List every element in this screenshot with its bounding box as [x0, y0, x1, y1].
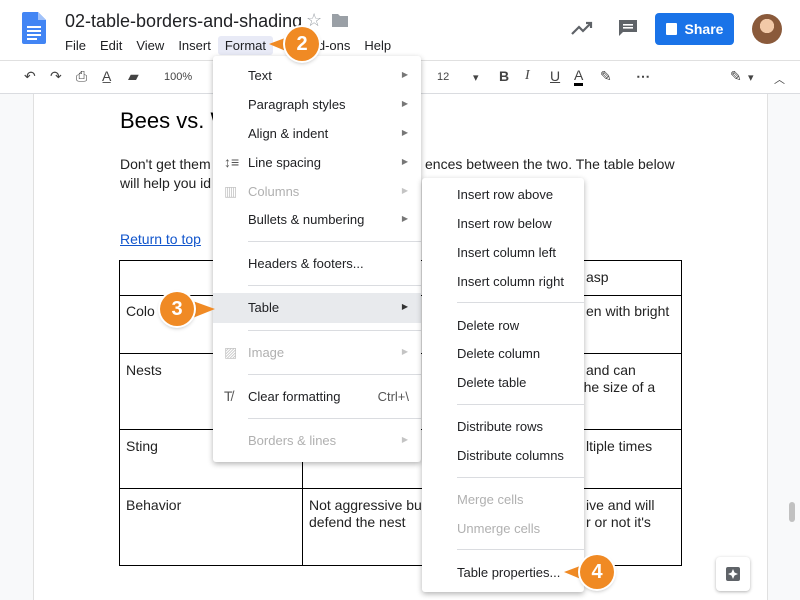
undo-icon[interactable]: ↶	[24, 68, 36, 85]
text-color-icon[interactable]: A	[574, 68, 584, 86]
menu-item-distribute-columns[interactable]: Distribute columns	[457, 448, 619, 463]
step-callout-3: 3	[160, 292, 194, 326]
vertical-scrollbar[interactable]	[789, 502, 795, 522]
folder-icon[interactable]	[332, 13, 348, 27]
menu-help[interactable]: Help	[357, 36, 398, 55]
activity-trend-icon[interactable]	[570, 18, 594, 38]
menu-file[interactable]: File	[58, 36, 93, 55]
shortcut-label: Ctrl+\	[377, 389, 409, 404]
menu-separator	[457, 549, 584, 550]
table-submenu: Insert row above Insert row below Insert…	[422, 178, 584, 592]
menu-edit[interactable]: Edit	[93, 36, 129, 55]
submenu-arrow-icon: ▶	[401, 302, 408, 311]
return-to-top-link[interactable]: Return to top	[120, 231, 201, 247]
menu-separator	[248, 241, 421, 242]
menu-separator	[248, 418, 421, 419]
bold-icon[interactable]: B	[499, 68, 509, 84]
spellcheck-icon[interactable]: A̲	[102, 68, 111, 84]
step-callout-2: 2	[285, 27, 319, 61]
menu-item-insert-row-below[interactable]: Insert row below	[457, 216, 619, 231]
zoom-select[interactable]: 100%	[164, 71, 192, 83]
line-spacing-icon: ↕≡	[224, 154, 240, 170]
more-options-icon[interactable]: ⋯	[636, 68, 650, 85]
menu-item-insert-row-above[interactable]: Insert row above	[457, 187, 619, 202]
submenu-arrow-icon: ▶	[401, 347, 408, 356]
collapse-toolbar-icon[interactable]: ︿	[774, 71, 785, 87]
menu-insert[interactable]: Insert	[171, 36, 218, 55]
menu-item-insert-column-left[interactable]: Insert column left	[457, 245, 619, 260]
underline-icon[interactable]: U	[550, 68, 560, 84]
menu-item-merge-cells[interactable]: Merge cells	[457, 492, 619, 507]
editing-mode-dropdown-icon[interactable]: ▾	[748, 71, 754, 84]
table-cell[interactable]: Behavior	[126, 497, 181, 514]
menu-bar: File Edit View Insert Format T Add-ons H…	[58, 36, 398, 55]
menu-separator	[248, 374, 421, 375]
editing-mode-icon[interactable]: ✎	[730, 68, 742, 85]
document-title[interactable]: 02-table-borders-and-shading	[65, 11, 302, 32]
redo-icon[interactable]: ↷	[50, 68, 62, 85]
columns-icon: ▥	[224, 183, 238, 199]
italic-icon[interactable]: I	[525, 68, 530, 84]
highlight-color-icon[interactable]: ✎	[600, 68, 612, 85]
image-icon: ▨	[224, 344, 238, 360]
submenu-arrow-icon: ▶	[401, 128, 408, 137]
menu-separator	[248, 330, 421, 331]
title-bar: 02-table-borders-and-shading ☆ File Edit…	[0, 0, 800, 60]
share-button[interactable]: Share	[655, 13, 734, 45]
submenu-arrow-icon: ▶	[401, 435, 408, 444]
table-cell[interactable]: Colo	[126, 303, 155, 320]
menu-separator	[457, 404, 584, 405]
font-size-select[interactable]: 12	[437, 71, 449, 83]
explore-button[interactable]	[716, 557, 750, 591]
clear-formatting-icon: T̸	[224, 388, 233, 404]
menu-item-label: Headers & footers...	[248, 256, 364, 271]
menu-item-delete-row[interactable]: Delete row	[457, 318, 619, 333]
menu-item-label: Text	[248, 68, 272, 83]
menu-item-label: Image	[248, 345, 285, 360]
menu-item-label: Bullets & numbering	[248, 212, 365, 227]
menu-item-distribute-rows[interactable]: Distribute rows	[457, 419, 619, 434]
table-cell[interactable]: defend the nest	[309, 514, 406, 531]
menu-highlight	[213, 293, 421, 323]
menu-separator	[457, 477, 584, 478]
explore-icon	[726, 567, 740, 581]
menu-item-label: Table	[248, 300, 280, 315]
submenu-arrow-icon: ▶	[401, 70, 408, 79]
comment-icon[interactable]	[617, 18, 639, 38]
table-cell[interactable]: Nests	[126, 362, 162, 379]
submenu-arrow-icon: ▶	[401, 157, 408, 166]
menu-item-label: Align & indent	[248, 126, 329, 141]
menu-view[interactable]: View	[129, 36, 171, 55]
paint-format-icon[interactable]: ▰	[128, 68, 139, 85]
table-cell[interactable]: Not aggressive bu	[309, 497, 422, 514]
format-menu: Text ▶ Paragraph styles ▶ Align & indent…	[213, 56, 421, 462]
menu-separator	[248, 285, 421, 286]
table-cell[interactable]: Sting	[126, 438, 158, 455]
menu-item-insert-column-right[interactable]: Insert column right	[457, 274, 619, 289]
docs-logo-icon[interactable]	[22, 12, 46, 44]
step-callout-4: 4	[580, 555, 614, 589]
menu-item-label: Paragraph styles	[248, 97, 346, 112]
paragraph-text-left: Don't get them	[120, 156, 211, 172]
user-avatar[interactable]	[752, 14, 782, 44]
submenu-arrow-icon: ▶	[401, 186, 408, 195]
submenu-arrow-icon: ▶	[401, 99, 408, 108]
share-label: Share	[684, 21, 724, 37]
menu-item-label: Columns	[248, 184, 300, 199]
menu-item-label: Borders & lines	[248, 433, 337, 448]
font-size-dropdown-icon[interactable]: ▾	[473, 71, 479, 84]
lock-icon	[665, 23, 677, 35]
menu-item-label: Clear formatting	[248, 389, 341, 404]
menu-separator	[457, 302, 584, 303]
submenu-arrow-icon: ▶	[401, 214, 408, 223]
menu-item-unmerge-cells[interactable]: Unmerge cells	[457, 521, 619, 536]
menu-item-delete-column[interactable]: Delete column	[457, 346, 619, 361]
menu-item-delete-table[interactable]: Delete table	[457, 375, 619, 390]
print-icon[interactable]: ⎙	[76, 68, 87, 85]
menu-item-label: Line spacing	[248, 155, 321, 170]
paragraph-text-right: ences between the two. The table below	[425, 156, 675, 172]
